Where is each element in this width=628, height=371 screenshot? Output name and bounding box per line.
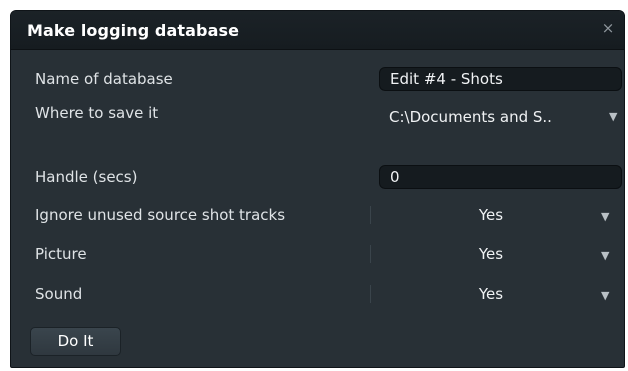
name-of-database-input[interactable]: Edit #4 - Shots <box>379 67 622 91</box>
sound-select[interactable]: Yes <box>371 285 611 303</box>
dialog-title: Make logging database <box>27 21 240 40</box>
ignore-unused-tracks-select[interactable]: Yes <box>371 206 611 224</box>
dialog-titlebar: Make logging database × <box>11 11 624 50</box>
handle-row: Handle (secs) 0 <box>11 163 624 193</box>
picture-row: Picture Yes ▼ <box>11 240 624 270</box>
chevron-down-icon[interactable]: ▼ <box>601 249 609 262</box>
name-of-database-label: Name of database <box>35 70 173 88</box>
make-logging-database-dialog: Make logging database × Name of database… <box>10 10 625 368</box>
option-label: Ignore unused source shot tracks <box>35 206 286 224</box>
name-of-database-row: Name of database Edit #4 - Shots <box>11 65 624 95</box>
sound-row: Sound Yes ▼ <box>11 280 624 310</box>
where-to-save-row: Where to save it C:\Documents and S.. ▼ <box>11 103 624 133</box>
chevron-down-icon[interactable]: ▼ <box>601 289 609 302</box>
handle-label: Handle (secs) <box>35 168 138 186</box>
handle-input[interactable]: 0 <box>379 165 622 189</box>
chevron-down-icon[interactable]: ▼ <box>601 210 609 223</box>
option-label: Picture <box>35 245 87 263</box>
save-location-dropdown[interactable]: C:\Documents and S.. ▼ <box>389 108 622 130</box>
where-to-save-label: Where to save it <box>35 104 159 122</box>
close-icon[interactable]: × <box>600 20 616 36</box>
save-location-value: C:\Documents and S.. <box>389 108 552 126</box>
do-it-button[interactable]: Do It <box>30 327 121 356</box>
picture-select[interactable]: Yes <box>371 245 611 263</box>
chevron-down-icon: ▼ <box>609 110 618 123</box>
ignore-unused-tracks-row: Ignore unused source shot tracks Yes ▼ <box>11 201 624 231</box>
option-label: Sound <box>35 285 83 303</box>
